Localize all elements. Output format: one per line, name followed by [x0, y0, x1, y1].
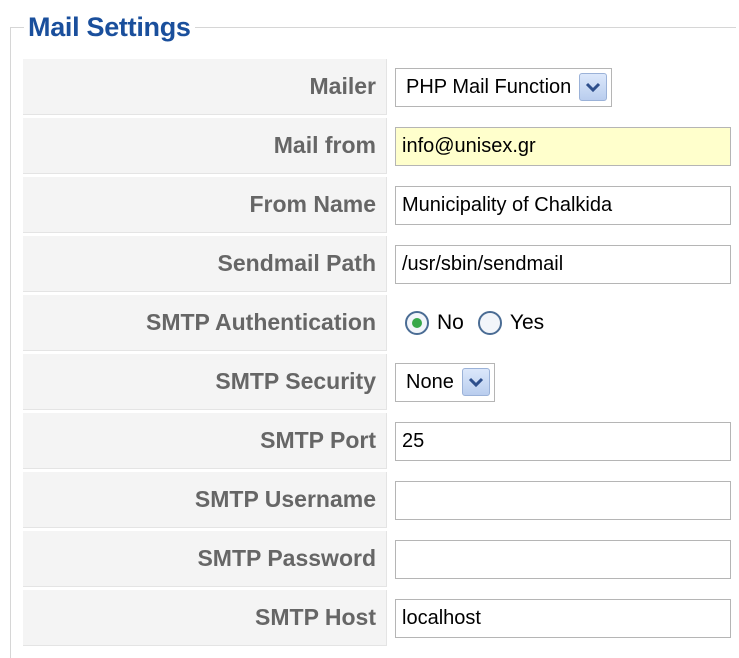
row-mailer: Mailer PHP Mail Function [23, 59, 735, 115]
smtp-auth-no-label[interactable]: No [437, 311, 464, 335]
smtp-security-selected-value: None [406, 370, 454, 393]
sendmail-path-input[interactable] [395, 244, 731, 284]
smtp-port-label: SMTP Port [23, 413, 387, 469]
smtp-security-select[interactable]: None [395, 362, 495, 402]
sendmail-path-label: Sendmail Path [23, 236, 387, 292]
row-smtp-authentication: SMTP Authentication No Yes [23, 295, 735, 351]
row-smtp-port: SMTP Port [23, 413, 735, 469]
smtp-auth-yes-label[interactable]: Yes [510, 311, 544, 335]
smtp-security-label: SMTP Security [23, 354, 387, 410]
smtp-username-label: SMTP Username [23, 472, 387, 528]
from-name-label: From Name [23, 177, 387, 233]
row-mail-from: Mail from [23, 118, 735, 174]
smtp-password-input[interactable] [395, 539, 731, 579]
mail-from-label: Mail from [23, 118, 387, 174]
mail-settings-title: Mail Settings [24, 12, 195, 43]
smtp-password-label: SMTP Password [23, 531, 387, 587]
row-smtp-host: SMTP Host [23, 590, 735, 646]
mailer-label: Mailer [23, 59, 387, 115]
row-from-name: From Name [23, 177, 735, 233]
radio-checked-dot [412, 318, 422, 328]
row-smtp-username: SMTP Username [23, 472, 735, 528]
mailer-select[interactable]: PHP Mail Function [395, 67, 613, 107]
mail-from-input[interactable] [395, 126, 731, 166]
smtp-auth-yes-radio[interactable] [477, 311, 502, 335]
chevron-down-icon[interactable] [579, 73, 608, 101]
smtp-authentication-label: SMTP Authentication [23, 295, 387, 351]
mail-settings-table: Mailer PHP Mail Function Mail from From … [23, 56, 735, 649]
chevron-down-icon[interactable] [461, 368, 490, 396]
smtp-authentication-radio-group: No Yes [395, 311, 735, 335]
row-sendmail-path: Sendmail Path [23, 236, 735, 292]
smtp-auth-no-radio[interactable] [405, 311, 429, 335]
from-name-input[interactable] [395, 185, 731, 225]
smtp-host-input[interactable] [395, 598, 731, 638]
smtp-host-label: SMTP Host [23, 590, 387, 646]
row-smtp-password: SMTP Password [23, 531, 735, 587]
smtp-port-input[interactable] [395, 421, 731, 461]
smtp-username-input[interactable] [395, 480, 731, 520]
row-smtp-security: SMTP Security None [23, 354, 735, 410]
mailer-selected-value: PHP Mail Function [406, 75, 572, 98]
